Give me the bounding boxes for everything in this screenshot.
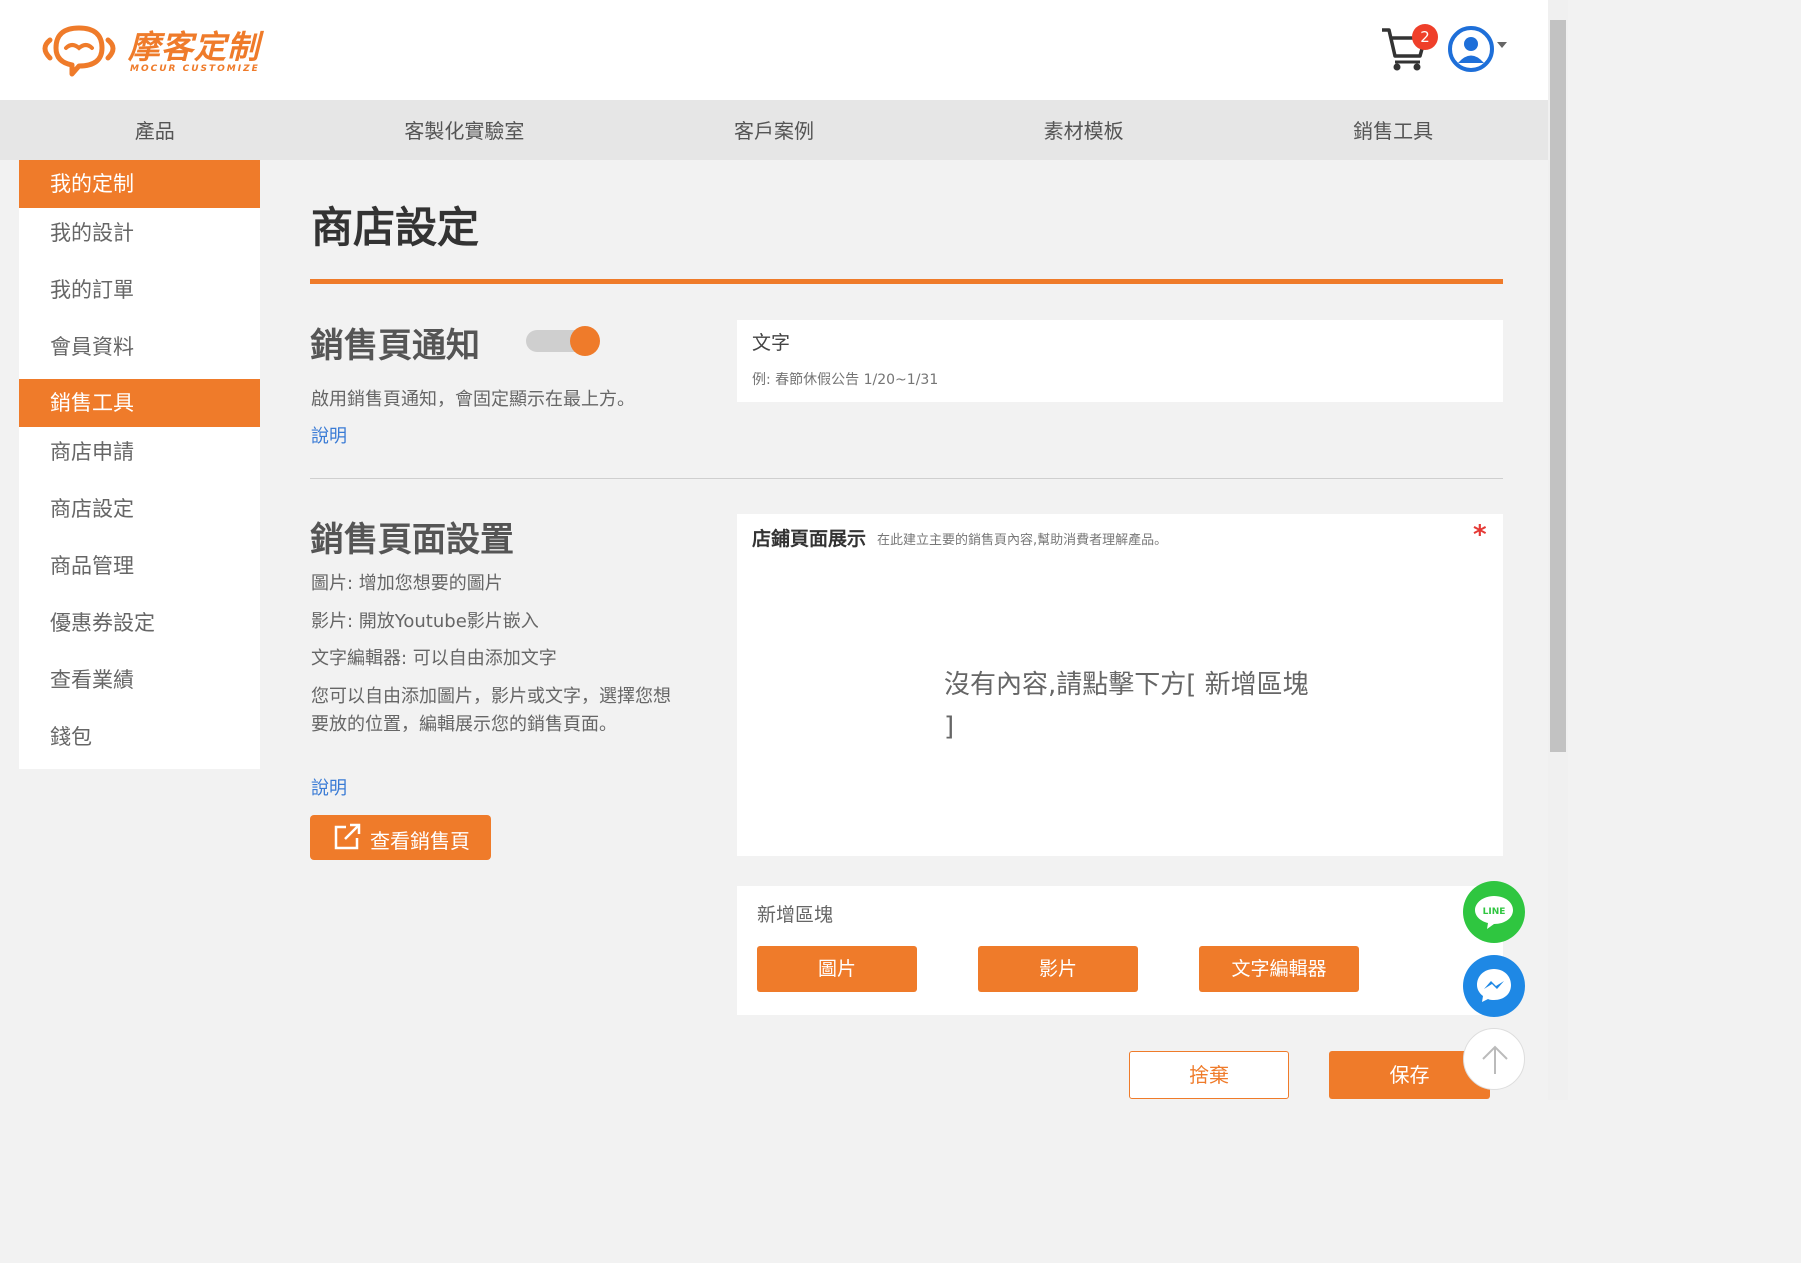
notice-field-label: 文字 bbox=[752, 332, 791, 354]
title-divider bbox=[310, 279, 1503, 284]
add-text-editor-button[interactable]: 文字編輯器 bbox=[1199, 946, 1359, 992]
view-sales-page-label: 查看銷售頁 bbox=[370, 829, 470, 853]
sidebar: 我的定制 我的設計 我的訂單 會員資料 銷售工具 商店申請 商店設定 商品管理 … bbox=[19, 160, 260, 769]
sidebar-item-my-designs[interactable]: 我的設計 bbox=[19, 208, 260, 265]
back-to-top-button[interactable] bbox=[1463, 1028, 1525, 1090]
sidebar-item-wallet[interactable]: 錢包 bbox=[19, 712, 260, 769]
notice-text-field: 文字 bbox=[737, 320, 1503, 402]
sidebar-item-my-orders[interactable]: 我的訂單 bbox=[19, 265, 260, 322]
add-video-button[interactable]: 影片 bbox=[978, 946, 1138, 992]
toggle-knob bbox=[570, 326, 600, 356]
user-avatar-icon[interactable] bbox=[1448, 26, 1494, 72]
brand-subtitle: MOCUR CUSTOMIZE bbox=[130, 64, 260, 74]
notice-description: 啟用銷售頁通知，會固定顯示在最上方。 bbox=[311, 389, 635, 410]
sidebar-item-view-performance[interactable]: 查看業績 bbox=[19, 655, 260, 712]
empty-content-message: 沒有內容,請點擊下方[ 新增區塊 ] bbox=[944, 670, 1309, 742]
page-title: 商店設定 bbox=[311, 203, 480, 252]
notice-text-input[interactable] bbox=[752, 372, 1452, 388]
arrow-up-icon bbox=[1482, 1045, 1508, 1074]
view-sales-page-button[interactable]: 查看銷售頁 bbox=[310, 815, 491, 860]
sidebar-item-store-apply[interactable]: 商店申請 bbox=[19, 427, 260, 484]
messenger-icon bbox=[1477, 969, 1511, 1002]
notice-toggle[interactable] bbox=[526, 326, 602, 356]
add-block-panel: 新增區塊 圖片 影片 文字編輯器 bbox=[737, 886, 1503, 1015]
nav-item-sales-tools[interactable]: 銷售工具 bbox=[1238, 100, 1548, 160]
sidebar-item-member-info[interactable]: 會員資料 bbox=[19, 322, 260, 379]
scrollbar-thumb[interactable] bbox=[1550, 20, 1566, 752]
top-header: 摩客定制 MOCUR CUSTOMIZE 2 bbox=[0, 0, 1548, 100]
notice-section-title: 銷售頁通知 bbox=[310, 326, 480, 366]
brand-logo[interactable]: 摩客定制 MOCUR CUSTOMIZE bbox=[36, 18, 276, 78]
sidebar-item-my-customize[interactable]: 我的定制 bbox=[19, 160, 260, 208]
mascot-logo-icon bbox=[42, 25, 116, 77]
layout-line-text-editor: 文字編輯器: 可以自由添加文字 bbox=[311, 648, 557, 669]
main-nav: 產品 客製化實驗室 客戶案例 素材模板 銷售工具 bbox=[0, 100, 1548, 160]
layout-section-title: 銷售頁面設置 bbox=[310, 520, 514, 560]
layout-line-image: 圖片: 增加您想要的圖片 bbox=[311, 573, 503, 594]
store-page-content-area: 店鋪頁面展示 在此建立主要的銷售頁內容,幫助消費者理解產品。 * 沒有內容,請點… bbox=[737, 514, 1503, 856]
notice-help-link[interactable]: 說明 bbox=[311, 422, 347, 448]
line-icon: LINE bbox=[1475, 896, 1513, 929]
content-area-label: 店鋪頁面展示 bbox=[752, 528, 867, 550]
cart-count-badge: 2 bbox=[1412, 24, 1438, 50]
nav-item-custom-lab[interactable]: 客製化實驗室 bbox=[310, 100, 620, 160]
sidebar-item-store-settings[interactable]: 商店設定 bbox=[19, 484, 260, 541]
chevron-down-icon[interactable] bbox=[1497, 42, 1507, 48]
layout-description: 您可以自由添加圖片，影片或文字，選擇您想要放的位置，編輯展示您的銷售頁面。 bbox=[311, 686, 671, 735]
external-link-icon bbox=[334, 823, 361, 850]
line-chat-button[interactable]: LINE bbox=[1463, 881, 1525, 943]
add-image-button[interactable]: 圖片 bbox=[757, 946, 917, 992]
nav-item-products[interactable]: 產品 bbox=[0, 100, 310, 160]
required-marker: * bbox=[1473, 520, 1487, 550]
layout-help-link[interactable]: 說明 bbox=[311, 774, 347, 800]
content-area-hint: 在此建立主要的銷售頁內容,幫助消費者理解產品。 bbox=[877, 533, 1168, 548]
discard-button[interactable]: 捨棄 bbox=[1129, 1051, 1289, 1099]
sidebar-item-sales-tools[interactable]: 銷售工具 bbox=[19, 379, 260, 427]
nav-item-templates[interactable]: 素材模板 bbox=[929, 100, 1239, 160]
messenger-chat-button[interactable] bbox=[1463, 955, 1525, 1017]
sidebar-item-coupon-settings[interactable]: 優惠券設定 bbox=[19, 598, 260, 655]
nav-item-customer-cases[interactable]: 客戶案例 bbox=[619, 100, 929, 160]
line-icon-text: LINE bbox=[1483, 907, 1506, 917]
section-divider bbox=[310, 478, 1503, 479]
brand-name: 摩客定制 bbox=[128, 28, 261, 66]
layout-line-video: 影片: 開放Youtube影片嵌入 bbox=[311, 611, 539, 632]
sidebar-item-product-management[interactable]: 商品管理 bbox=[19, 541, 260, 598]
add-block-label: 新增區塊 bbox=[757, 904, 834, 926]
